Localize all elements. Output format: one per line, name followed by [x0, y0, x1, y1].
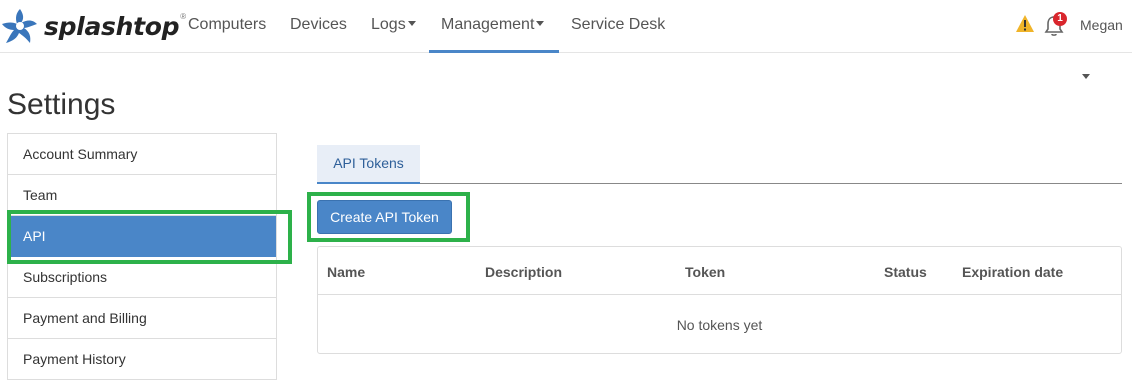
sidebar-item-subscriptions[interactable]: Subscriptions: [8, 257, 276, 298]
page-title: Settings: [7, 88, 116, 121]
user-menu[interactable]: Megan: [1080, 0, 1132, 79]
column-header-expiration-date[interactable]: Expiration date: [962, 264, 1063, 280]
column-header-name[interactable]: Name: [327, 264, 365, 280]
warning-icon[interactable]: [1015, 14, 1035, 34]
nav-service-desk[interactable]: Service Desk: [571, 0, 665, 53]
notification-badge: 1: [1053, 12, 1067, 26]
nav-devices-label: Devices: [290, 16, 347, 33]
nav-computers-label: Computers: [188, 16, 267, 33]
nav-logs-label: Logs: [371, 16, 406, 33]
sidebar-item-label: API: [23, 228, 46, 244]
nav-computers[interactable]: Computers: [188, 0, 266, 53]
empty-state-text: No tokens yet: [676, 317, 763, 333]
sidebar-item-payment-and-billing[interactable]: Payment and Billing: [8, 298, 276, 339]
settings-sidebar: Account Summary Team API Subscriptions P…: [7, 133, 277, 380]
create-api-token-button[interactable]: Create API Token: [317, 200, 452, 234]
caret-down-icon: [1082, 73, 1090, 79]
sidebar-item-api[interactable]: API: [8, 216, 276, 257]
splashtop-logo-icon: [2, 9, 37, 43]
column-header-status[interactable]: Status: [884, 264, 927, 280]
top-navbar: splashtop ® Computers Devices Logs Manag…: [0, 0, 1132, 79]
nav-management-label: Management: [441, 16, 535, 33]
caret-down-icon: [536, 21, 545, 27]
caret-down-icon: [407, 21, 416, 27]
api-tokens-table: Name Description Token Status Expiration…: [317, 246, 1122, 354]
brand-name: splashtop: [44, 11, 180, 41]
nav-devices[interactable]: Devices: [290, 0, 347, 53]
sidebar-item-account-summary[interactable]: Account Summary: [8, 134, 276, 175]
sidebar-item-label: Subscriptions: [23, 269, 108, 285]
sidebar-item-label: Payment History: [23, 351, 126, 367]
user-name: Megan: [1080, 17, 1123, 33]
tab-api-tokens-label: API Tokens: [333, 155, 404, 171]
brand-registered-mark: ®: [180, 12, 187, 21]
sidebar-item-label: Team: [23, 187, 58, 203]
nav-management[interactable]: Management: [429, 0, 559, 53]
sidebar-item-label: Account Summary: [23, 146, 138, 162]
sidebar-item-label: Payment and Billing: [23, 310, 147, 326]
column-header-token[interactable]: Token: [685, 264, 725, 280]
nav-logs[interactable]: Logs: [371, 0, 416, 53]
sidebar-item-payment-history[interactable]: Payment History: [8, 339, 276, 380]
table-header-divider: [318, 294, 1121, 295]
settings-tabs: API Tokens: [317, 145, 1122, 184]
splashtop-logo[interactable]: splashtop ®: [0, 6, 186, 46]
nav-service-desk-label: Service Desk: [571, 16, 666, 33]
sidebar-item-team[interactable]: Team: [8, 175, 276, 216]
tab-api-tokens[interactable]: API Tokens: [317, 145, 420, 184]
column-header-description[interactable]: Description: [485, 264, 562, 280]
create-api-token-label: Create API Token: [330, 209, 439, 225]
